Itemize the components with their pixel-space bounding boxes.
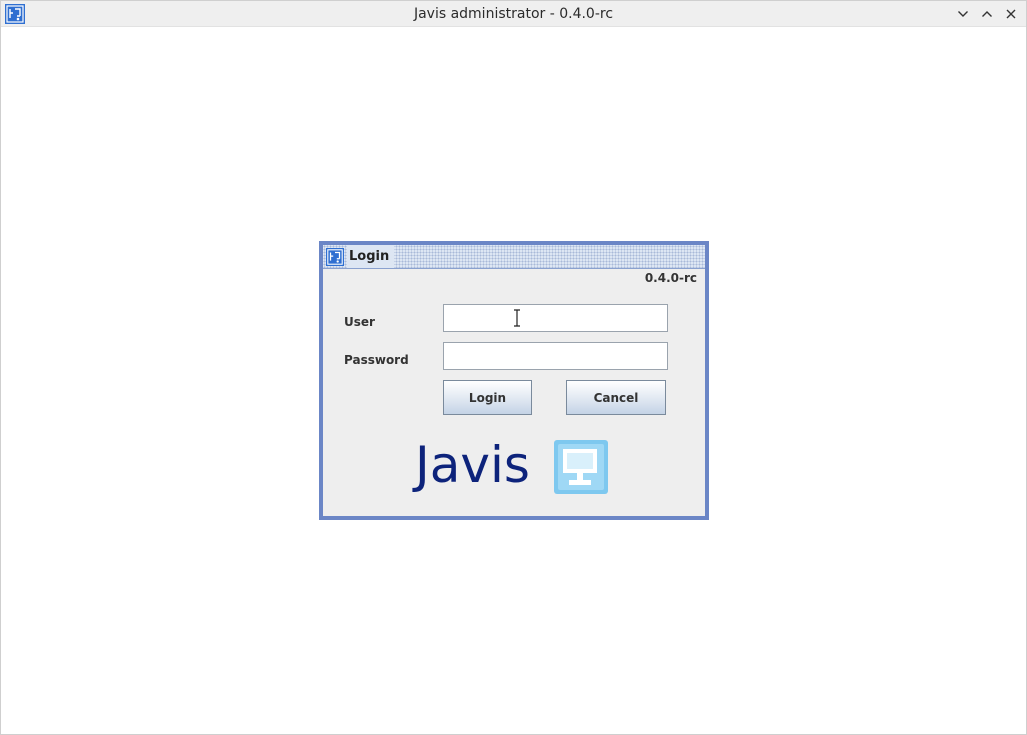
window-titlebar[interactable]: Javis administrator - 0.4.0-rc [1,1,1026,27]
maximize-icon [982,11,992,17]
maximize-button[interactable] [977,4,997,24]
window-title: Javis administrator - 0.4.0-rc [413,6,614,22]
close-icon [1006,9,1016,19]
desktop-pane: Login 0.4.0-rc User Password Login Cance… [1,28,1026,734]
user-label: User [344,315,375,329]
version-label: 0.4.0-rc [644,271,697,285]
monitor-icon [554,440,608,494]
javis-logo: Javis [415,437,615,497]
cancel-button[interactable]: Cancel [566,380,666,415]
login-dialog-titlebar[interactable]: Login [323,245,705,269]
app-window: Javis administrator - 0.4.0-rc Login 0.4… [0,0,1027,735]
minimize-button[interactable] [953,4,973,24]
close-button[interactable] [1001,4,1021,24]
user-input[interactable] [443,304,668,332]
login-dialog: Login 0.4.0-rc User Password Login Cance… [319,241,709,520]
javis-app-icon [326,248,344,266]
login-dialog-title: Login [347,245,395,268]
password-input[interactable] [443,342,668,370]
minimize-icon [958,11,968,17]
logo-text: Javis [415,436,530,494]
password-label: Password [344,353,409,367]
login-button[interactable]: Login [443,380,532,415]
